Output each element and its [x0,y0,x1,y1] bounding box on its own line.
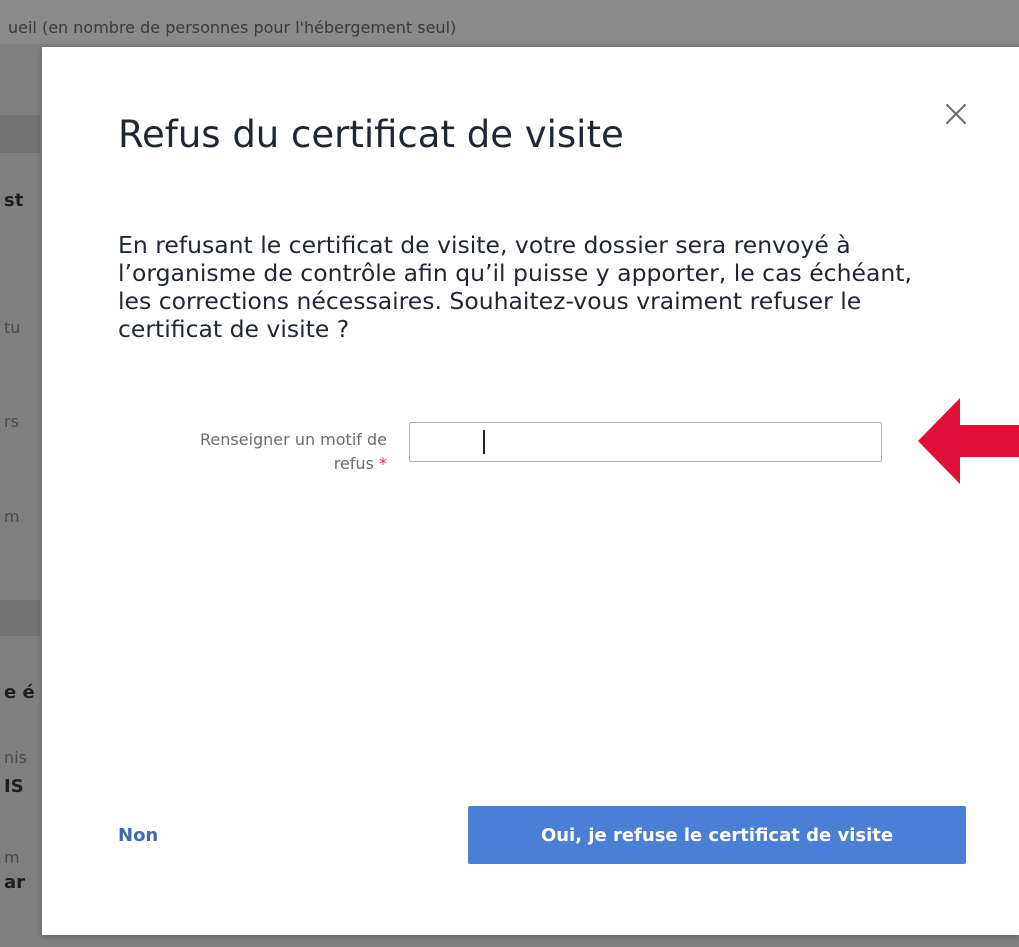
background-text-fragment: st [4,190,24,211]
background-text-fragment: nis [4,748,27,767]
modal-title: Refus du certificat de visite [118,113,624,156]
motif-label-line2: refus [333,454,374,473]
background-top-text: ueil (en nombre de personnes pour l'hébe… [8,18,457,37]
close-icon [945,103,967,125]
cancel-button[interactable]: Non [118,825,158,846]
text-caret [483,430,485,454]
modal-message: En refusant le certificat de visite, vot… [118,231,912,343]
background-text-fragment: rs [4,412,19,431]
refusal-modal: Refus du certificat de visite En refusan… [42,47,1019,935]
background-text-fragment: m [4,848,20,867]
background-text-fragment: tu [4,318,21,337]
red-arrow-left-icon [918,398,1019,484]
motif-label-line1: Renseigner un motif de [200,430,387,449]
background-text-fragment: e é [4,682,35,703]
motif-form-row: Renseigner un motif de refus * [92,422,892,492]
motif-field-label: Renseigner un motif de refus * [92,428,387,476]
background-text-fragment: IS [4,776,24,797]
close-button[interactable] [939,97,973,131]
background-section-band [0,600,40,636]
motif-input[interactable] [409,422,882,462]
background-text-fragment: m [4,507,20,526]
background-section-band [0,115,40,153]
background-text-fragment: ar [4,872,26,893]
required-marker: * [379,454,387,473]
confirm-refuse-button[interactable]: Oui, je refuse le certificat de visite [468,806,966,864]
